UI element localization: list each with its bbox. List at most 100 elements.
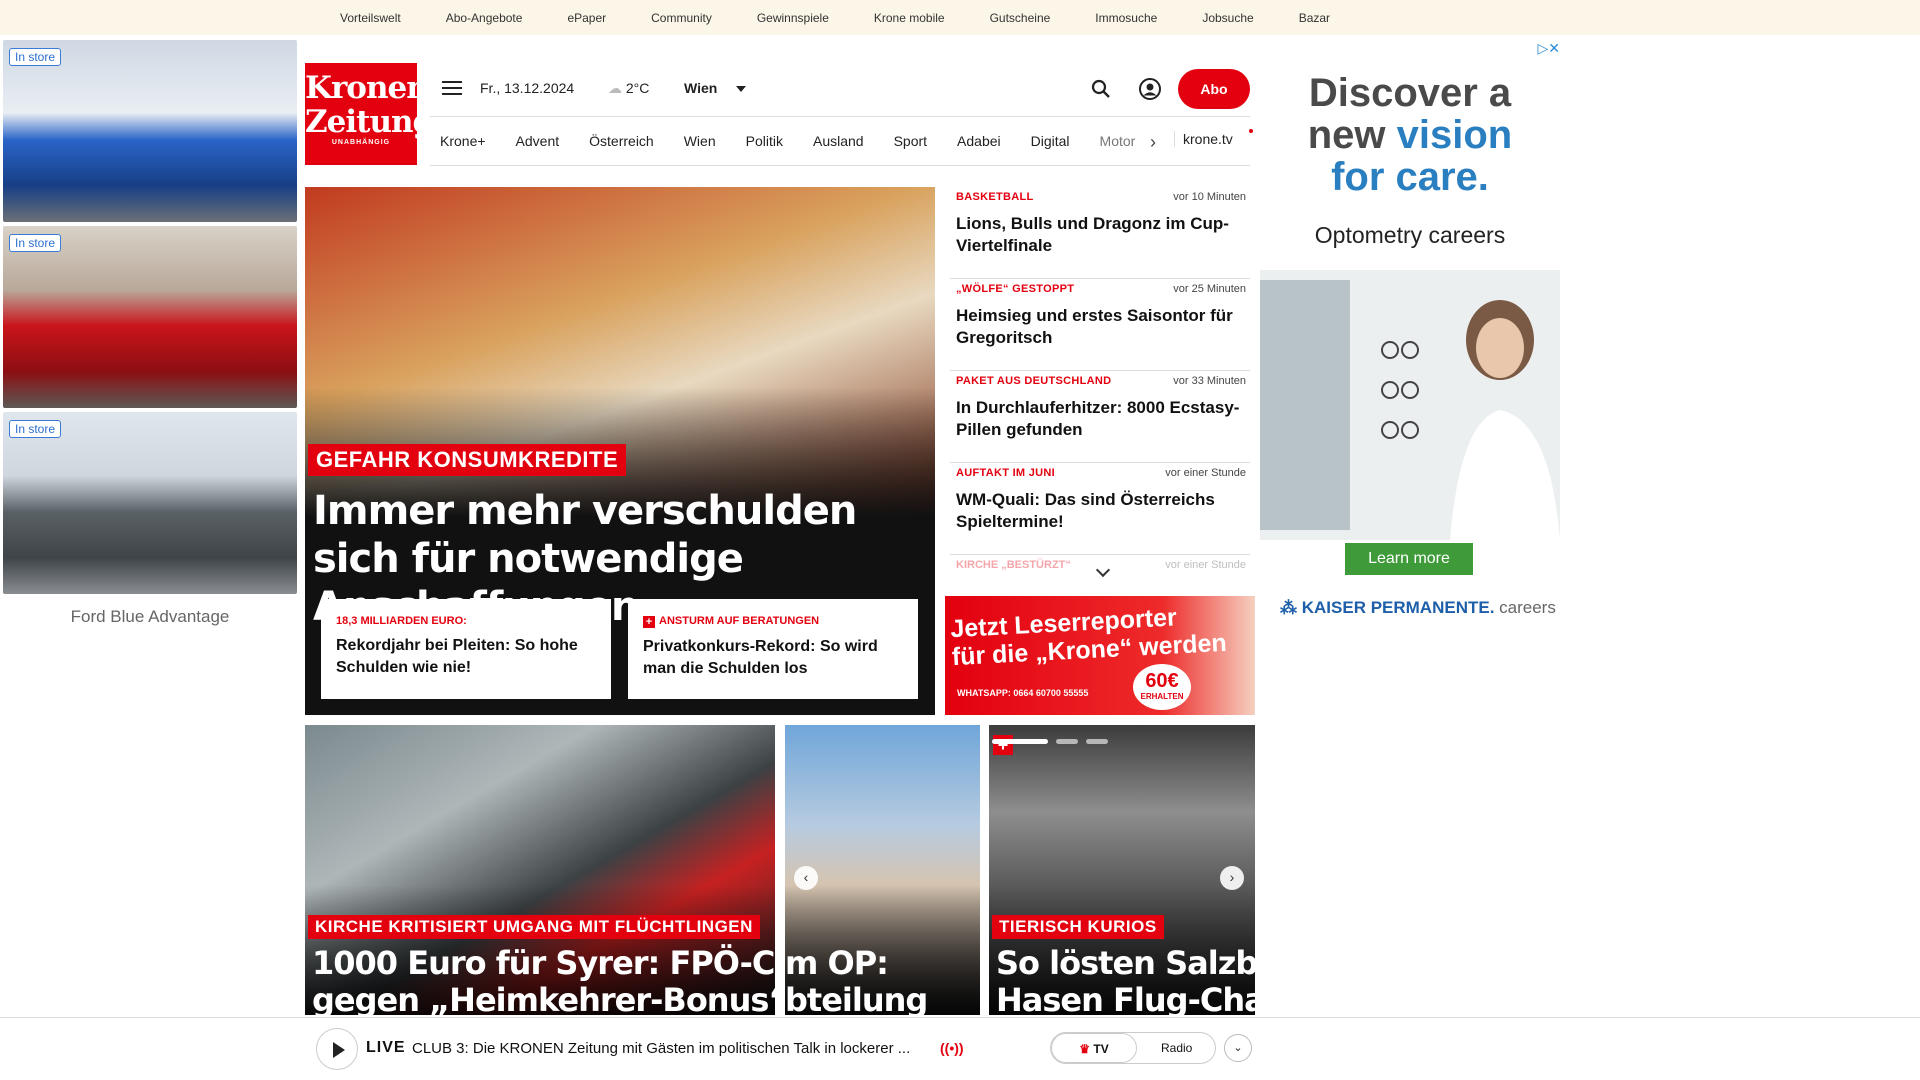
teaser-title[interactable]: So lösten Salzburg Hasen Flug-Chaos	[996, 945, 1255, 1016]
carousel-prev-icon[interactable]: ‹	[794, 866, 818, 890]
ad-headline-line-1: Discover a	[1308, 71, 1512, 115]
logo-line-1: Kronen	[305, 70, 429, 106]
carousel-indicator	[992, 731, 1116, 749]
ad-car-tile[interactable]: In store	[3, 40, 297, 222]
live-player-bar: LIVE CLUB 3: Die KRONEN Zeitung mit Gäst…	[0, 1017, 1920, 1080]
news-title[interactable]: WM-Quali: Das sind Österreichs Spielterm…	[956, 489, 1244, 533]
play-icon[interactable]	[316, 1028, 358, 1070]
link-community[interactable]: Community	[651, 11, 712, 25]
ad-car-tile[interactable]: In store	[3, 226, 297, 408]
nav-item-krone-plus[interactable]: Krone+	[440, 133, 486, 149]
link-gutscheine[interactable]: Gutscheine	[990, 11, 1051, 25]
carousel-dot[interactable]	[992, 739, 1048, 744]
tv-toggle[interactable]: ♛ TV	[1051, 1033, 1137, 1063]
teaser-title[interactable]: 1000 Euro für Syrer: FPÖ-Chef gegen „Hei…	[312, 944, 775, 1016]
link-gewinnspiele[interactable]: Gewinnspiele	[757, 11, 829, 25]
news-time: vor 33 Minuten	[1173, 375, 1246, 387]
ad-left-ford[interactable]: ▷✕ In store In store In store Ford Blue …	[0, 40, 300, 640]
media-toggle: ♛ TV Radio	[1050, 1032, 1216, 1064]
nav-item-oesterreich[interactable]: Österreich	[589, 133, 654, 149]
teaser-title-line-2: Hasen Flug-Chaos	[996, 981, 1255, 1016]
temperature: 2°C	[625, 80, 650, 96]
live-label: LIVE	[366, 1039, 406, 1056]
abo-button[interactable]: Abo	[1178, 69, 1250, 109]
search-icon[interactable]	[1090, 78, 1112, 100]
kaiser-permanente-logo[interactable]: ⁂ KAISER PERMANENTE. careers	[1280, 598, 1556, 618]
nav-item-motor[interactable]: Motor	[1100, 133, 1136, 149]
teaser-article[interactable]: + TIERISCH KURIOS So lösten Salzburg Has…	[989, 725, 1255, 1015]
carousel-next-icon[interactable]: ›	[1220, 866, 1244, 890]
nav-item-ausland[interactable]: Ausland	[813, 133, 864, 149]
teaser-article[interactable]: KIRCHE KRITISIERT UMGANG MIT FLÜCHTLINGE…	[305, 725, 775, 1015]
ad-close-icon[interactable]: ▷✕	[1538, 40, 1561, 57]
hero-sub-article[interactable]: + ANSTURM AUF BERATUNGEN Privatkonkurs-Re…	[628, 599, 918, 699]
news-item[interactable]: PAKET AUS DEUTSCHLAND vor 33 Minuten In …	[950, 371, 1250, 463]
news-item[interactable]: AUFTAKT IM JUNI vor einer Stunde WM-Qual…	[950, 463, 1250, 555]
ad-photo[interactable]	[1260, 270, 1560, 540]
nav-item-sport[interactable]: Sport	[894, 133, 927, 149]
news-time: vor einer Stunde	[1165, 559, 1246, 571]
teaser-title[interactable]: m OP: bteilung	[785, 944, 928, 1016]
teaser-title-line-1: m OP:	[785, 944, 889, 982]
news-title[interactable]: Heimsieg und erstes Saisontor für Gregor…	[956, 305, 1244, 349]
teaser-kicker: KIRCHE KRITISIERT UMGANG MIT FLÜCHTLINGE…	[308, 915, 760, 939]
ad-right-kaiser[interactable]: ▷✕ Discover a new vision for care. Optom…	[1260, 38, 1560, 638]
promo-whatsapp: WHATSAPP: 0664 60700 55555	[957, 688, 1089, 698]
sub-article-kicker: 18,3 MILLIARDEN EURO:	[336, 615, 467, 627]
sub-article-title[interactable]: Privatkonkurs-Rekord: So wird man die Sc…	[643, 636, 903, 680]
in-store-badge: In store	[9, 234, 62, 252]
news-item[interactable]: BASKETBALL vor 10 Minuten Lions, Bulls u…	[950, 187, 1250, 279]
promo-amount: 60€	[1145, 670, 1179, 692]
nav-item-advent[interactable]: Advent	[516, 133, 560, 149]
news-time: vor 25 Minuten	[1173, 283, 1246, 295]
hamburger-menu-icon[interactable]	[442, 81, 462, 95]
nav-item-wien[interactable]: Wien	[684, 133, 716, 149]
live-description[interactable]: CLUB 3: Die KRONEN Zeitung mit Gästen im…	[412, 1040, 932, 1057]
logo-line-2: Zeitung	[305, 104, 434, 140]
krone-plus-icon: +	[643, 616, 655, 628]
sub-article-title[interactable]: Rekordjahr bei Pleiten: So hohe Schulden…	[336, 635, 596, 679]
hero-article[interactable]: GEFAHR KONSUMKREDITE Immer mehr verschul…	[305, 187, 935, 715]
leserreporter-promo[interactable]: Jetzt Leserreporter für die „Krone“ werd…	[945, 596, 1255, 715]
crown-icon: ♛	[1079, 1042, 1091, 1056]
weather: ☁ 2°C	[608, 80, 649, 97]
link-epaper[interactable]: ePaper	[567, 11, 606, 25]
nav-item-digital[interactable]: Digital	[1031, 133, 1070, 149]
nav-item-adabei[interactable]: Adabei	[957, 133, 1001, 149]
link-jobsuche[interactable]: Jobsuche	[1202, 11, 1253, 25]
link-immosuche[interactable]: Immosuche	[1095, 11, 1157, 25]
link-bazar[interactable]: Bazar	[1299, 11, 1330, 25]
user-account-icon[interactable]	[1138, 77, 1162, 101]
nav-item-krone-tv[interactable]: krone.tv	[1174, 131, 1233, 147]
carousel-dot[interactable]	[1086, 739, 1108, 744]
teaser-title-line-1: 1000 Euro für Syrer: FPÖ-Chef	[312, 944, 775, 982]
service-links: Vorteilswelt Abo-Angebote ePaper Communi…	[340, 0, 1375, 35]
chevron-down-icon[interactable]: ⌄	[1224, 1034, 1252, 1062]
news-item[interactable]: „WÖLFE“ GESTOPPT vor 25 Minuten Heimsieg…	[950, 279, 1250, 371]
link-vorteilswelt[interactable]: Vorteilswelt	[340, 11, 401, 25]
ad-subline: Optometry careers	[1314, 222, 1506, 248]
news-title[interactable]: Lions, Bulls und Dragonz im Cup-Viertelf…	[956, 213, 1244, 257]
brand-suffix: careers	[1499, 598, 1556, 617]
service-bar: Vorteilswelt Abo-Angebote ePaper Communi…	[0, 0, 1920, 35]
ad-headline-word: new	[1307, 113, 1386, 157]
ad-caption[interactable]: Ford Blue Advantage	[0, 607, 300, 627]
carousel-dot[interactable]	[1056, 739, 1078, 744]
link-abo-angebote[interactable]: Abo-Angebote	[446, 11, 523, 25]
kp-brand-icon: ⁂	[1280, 598, 1297, 617]
live-dot-icon	[1249, 129, 1253, 133]
sub-article-kicker: ANSTURM AUF BERATUNGEN	[659, 615, 820, 627]
nav-items: Krone+ Advent Österreich Wien Politik Au…	[440, 117, 1165, 165]
ad-car-tile[interactable]: In store	[3, 412, 297, 594]
radio-toggle[interactable]: Radio	[1161, 1033, 1192, 1063]
learn-more-button[interactable]: Learn more	[1345, 543, 1473, 575]
chevron-right-icon[interactable]: ›	[1150, 132, 1156, 153]
city-selector[interactable]: Wien	[684, 80, 717, 96]
nav-item-politik[interactable]: Politik	[746, 133, 783, 149]
kronen-zeitung-logo[interactable]: Kronen Zeitung UNABHÄNGIG	[305, 63, 434, 165]
link-krone-mobile[interactable]: Krone mobile	[874, 11, 945, 25]
hero-sub-article[interactable]: 18,3 MILLIARDEN EURO: Rekordjahr bei Ple…	[321, 599, 611, 699]
news-title[interactable]: In Durchlauferhitzer: 8000 Ecstasy-Pille…	[956, 397, 1244, 441]
chevron-down-icon[interactable]	[736, 86, 746, 92]
promo-reward-badge: 60€ ERHALTEN	[1133, 664, 1191, 710]
